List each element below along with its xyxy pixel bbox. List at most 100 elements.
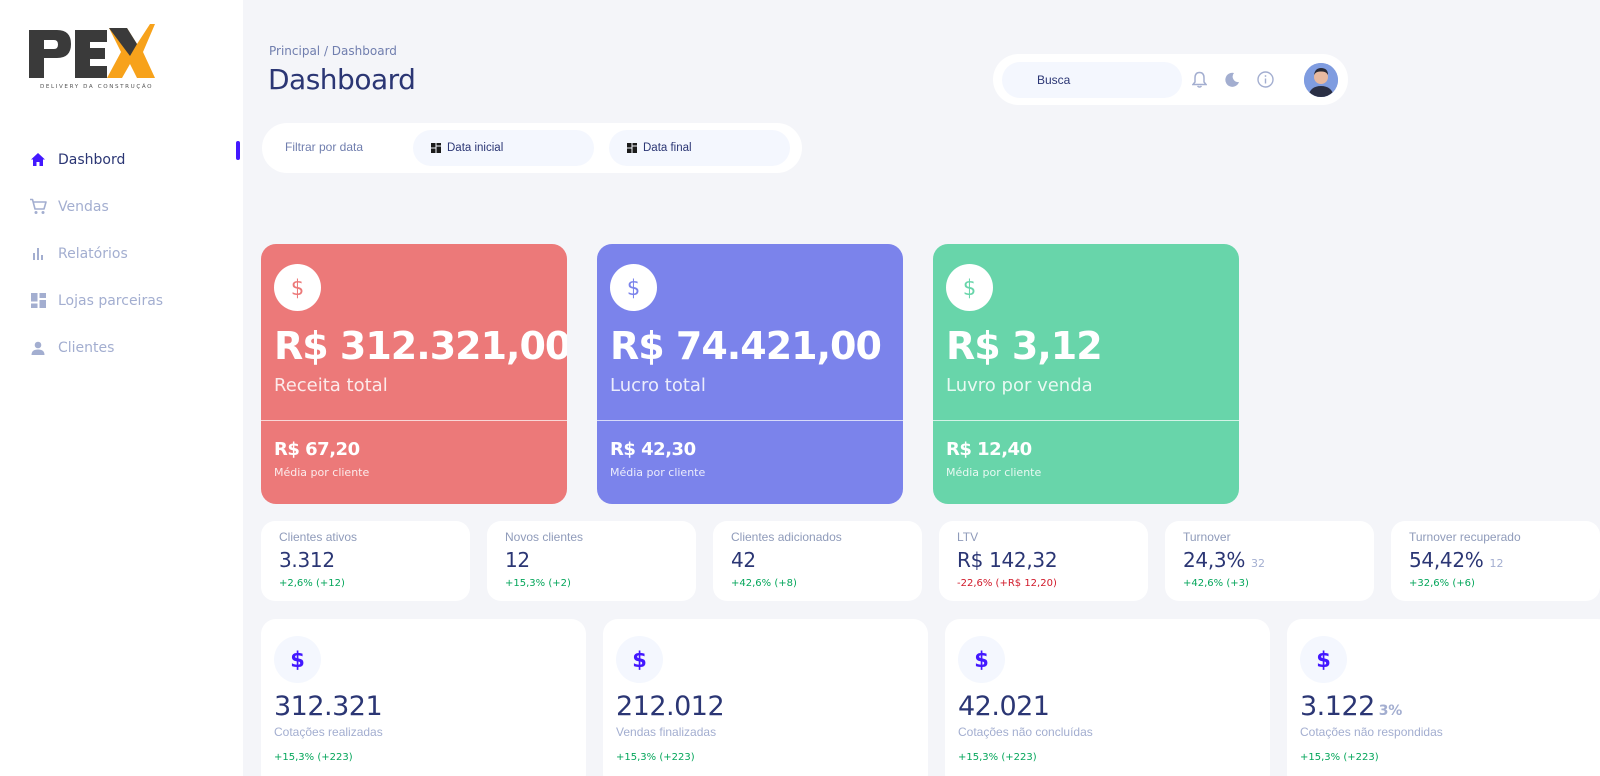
stat-cotacoes-realizadas[interactable]: $ 312.321 Cotações realizadas +15,3% (+2…: [261, 619, 586, 776]
sidebar-item-label: Dashbord: [58, 151, 126, 168]
kpi-label: Turnover: [1183, 530, 1231, 544]
calendar-grid-icon: [627, 143, 637, 153]
pex-logo[interactable]: DELIVERY DA CONSTRUÇÃO: [27, 22, 157, 94]
kpi-delta: -22,6% (+R$ 12,20): [957, 578, 1057, 589]
stat-vendas-finalizadas[interactable]: $ 212.012 Vendas finalizadas +15,3% (+22…: [603, 619, 928, 776]
stat-label: Cotações não concluídas: [958, 725, 1093, 739]
dollar-icon: $: [274, 636, 321, 683]
card-caption: Receita total: [274, 375, 388, 396]
card-divider: [933, 420, 1239, 421]
calendar-grid-icon: [431, 143, 441, 153]
card-amount: R$ 3,12: [946, 324, 1103, 368]
sidebar-item-relatorios[interactable]: Relatórios: [0, 230, 243, 277]
profit-per-sale-card[interactable]: $ R$ 3,12 Luvro por venda R$ 12,40 Média…: [933, 244, 1239, 504]
sidebar-item-vendas[interactable]: Vendas: [0, 183, 243, 230]
kpi-label: Clientes ativos: [279, 530, 358, 544]
breadcrumb[interactable]: Principal / Dashboard: [269, 44, 397, 58]
kpi-value: 3.312: [279, 548, 335, 572]
kpi-label: Turnover recuperado: [1409, 530, 1521, 544]
stat-delta: +15,3% (+223): [1300, 752, 1379, 763]
card-caption: Luvro por venda: [946, 375, 1093, 396]
dollar-icon: $: [610, 264, 657, 311]
sidebar-item-dashboard[interactable]: Dashbord: [0, 136, 243, 183]
kpi-label: Novos clientes: [505, 530, 584, 544]
cart-icon: [29, 198, 47, 216]
kpi-novos-clientes[interactable]: Novos clientes 12 +15,3% (+2): [487, 521, 696, 601]
sidebar-item-lojas-parceiras[interactable]: Lojas parceiras: [0, 277, 243, 324]
dollar-icon: $: [616, 636, 663, 683]
kpi-label: Clientes adicionados: [731, 530, 842, 544]
stat-value: 3.122 3%: [1300, 691, 1402, 722]
sidebar: DELIVERY DA CONSTRUÇÃO Dashbord Vendas R…: [0, 0, 243, 776]
kpi-label: LTV: [957, 530, 979, 544]
dollar-icon: $: [1300, 636, 1347, 683]
kpi-clientes-adicionados[interactable]: Clientes adicionados 42 +42,6% (+8): [713, 521, 922, 601]
info-icon[interactable]: [1255, 69, 1275, 89]
kpi-delta: +15,3% (+2): [505, 578, 571, 589]
stat-delta: +15,3% (+223): [616, 752, 695, 763]
dashboard-grid-icon: [29, 292, 47, 310]
card-sub-amount: R$ 42,30: [610, 439, 696, 460]
start-date-field[interactable]: Data inicial: [413, 130, 594, 166]
kpi-delta: +2,6% (+12): [279, 578, 345, 589]
sidebar-item-label: Relatórios: [58, 245, 128, 262]
kpi-delta: +42,6% (+3): [1183, 578, 1249, 589]
card-sub-caption: Média por cliente: [946, 466, 1042, 479]
kpi-value: R$ 142,32: [957, 548, 1058, 572]
sidebar-nav: Dashbord Vendas Relatórios Lojas parceir…: [0, 136, 243, 371]
card-amount: R$ 312.321,00: [274, 324, 567, 368]
stat-label: Cotações não respondidas: [1300, 725, 1443, 739]
kpi-turnover[interactable]: Turnover 24,3% 32 +42,6% (+3): [1165, 521, 1374, 601]
kpi-ltv[interactable]: LTV R$ 142,32 -22,6% (+R$ 12,20): [939, 521, 1148, 601]
card-sub-caption: Média por cliente: [274, 466, 370, 479]
sidebar-item-label: Vendas: [58, 198, 109, 215]
kpi-extra: 32: [1251, 557, 1266, 570]
bell-icon[interactable]: [1189, 69, 1209, 89]
stat-label: Vendas finalizadas: [616, 725, 717, 739]
kpi-value: 54,42% 12: [1409, 548, 1504, 572]
date-filter-bar: Filtrar por data Data inicial Data final: [262, 123, 802, 173]
page-title: Dashboard: [268, 63, 416, 96]
end-date-label: Data final: [643, 142, 692, 154]
kpi-extra: 12: [1489, 557, 1504, 570]
search-input[interactable]: Busca: [1002, 62, 1182, 98]
stat-cotacoes-nao-concluidas[interactable]: $ 42.021 Cotações não concluídas +15,3% …: [945, 619, 1270, 776]
stat-cotacoes-nao-respondidas[interactable]: $ 3.122 3% Cotações não respondidas +15,3…: [1287, 619, 1600, 776]
stat-delta: +15,3% (+223): [958, 752, 1037, 763]
person-icon: [29, 339, 47, 357]
card-sub-amount: R$ 12,40: [946, 439, 1032, 460]
active-indicator: [236, 141, 240, 160]
topbar: Busca: [993, 54, 1348, 105]
bar-chart-icon: [29, 245, 47, 263]
card-sub-caption: Média por cliente: [610, 466, 706, 479]
avatar[interactable]: [1304, 63, 1338, 97]
card-divider: [261, 420, 567, 421]
kpi-clientes-ativos[interactable]: Clientes ativos 3.312 +2,6% (+12): [261, 521, 470, 601]
stat-delta: +15,3% (+223): [274, 752, 353, 763]
dollar-icon: $: [958, 636, 1005, 683]
kpi-turnover-recuperado[interactable]: Turnover recuperado 54,42% 12 +32,6% (+6): [1391, 521, 1600, 601]
stat-value: 312.321: [274, 691, 383, 722]
logo-tagline: DELIVERY DA CONSTRUÇÃO: [40, 84, 154, 90]
kpi-value: 12: [505, 548, 530, 572]
stat-extra: 3%: [1378, 703, 1402, 719]
kpi-delta: +42,6% (+8): [731, 578, 797, 589]
card-divider: [597, 420, 903, 421]
stat-value: 212.012: [616, 691, 725, 722]
kpi-delta: +32,6% (+6): [1409, 578, 1475, 589]
sidebar-item-label: Clientes: [58, 339, 115, 356]
pex-logo-mark: [29, 24, 155, 78]
end-date-field[interactable]: Data final: [609, 130, 790, 166]
stat-value: 42.021: [958, 691, 1050, 722]
revenue-card[interactable]: $ R$ 312.321,00 Receita total R$ 67,20 M…: [261, 244, 567, 504]
card-caption: Lucro total: [610, 375, 706, 396]
moon-icon[interactable]: [1222, 69, 1242, 89]
profit-card[interactable]: $ R$ 74.421,00 Lucro total R$ 42,30 Médi…: [597, 244, 903, 504]
kpi-value: 24,3% 32: [1183, 548, 1266, 572]
stat-label: Cotações realizadas: [274, 725, 383, 739]
sidebar-item-clientes[interactable]: Clientes: [0, 324, 243, 371]
start-date-label: Data inicial: [447, 142, 504, 154]
sidebar-item-label: Lojas parceiras: [58, 292, 164, 309]
card-sub-amount: R$ 67,20: [274, 439, 360, 460]
dollar-icon: $: [946, 264, 993, 311]
